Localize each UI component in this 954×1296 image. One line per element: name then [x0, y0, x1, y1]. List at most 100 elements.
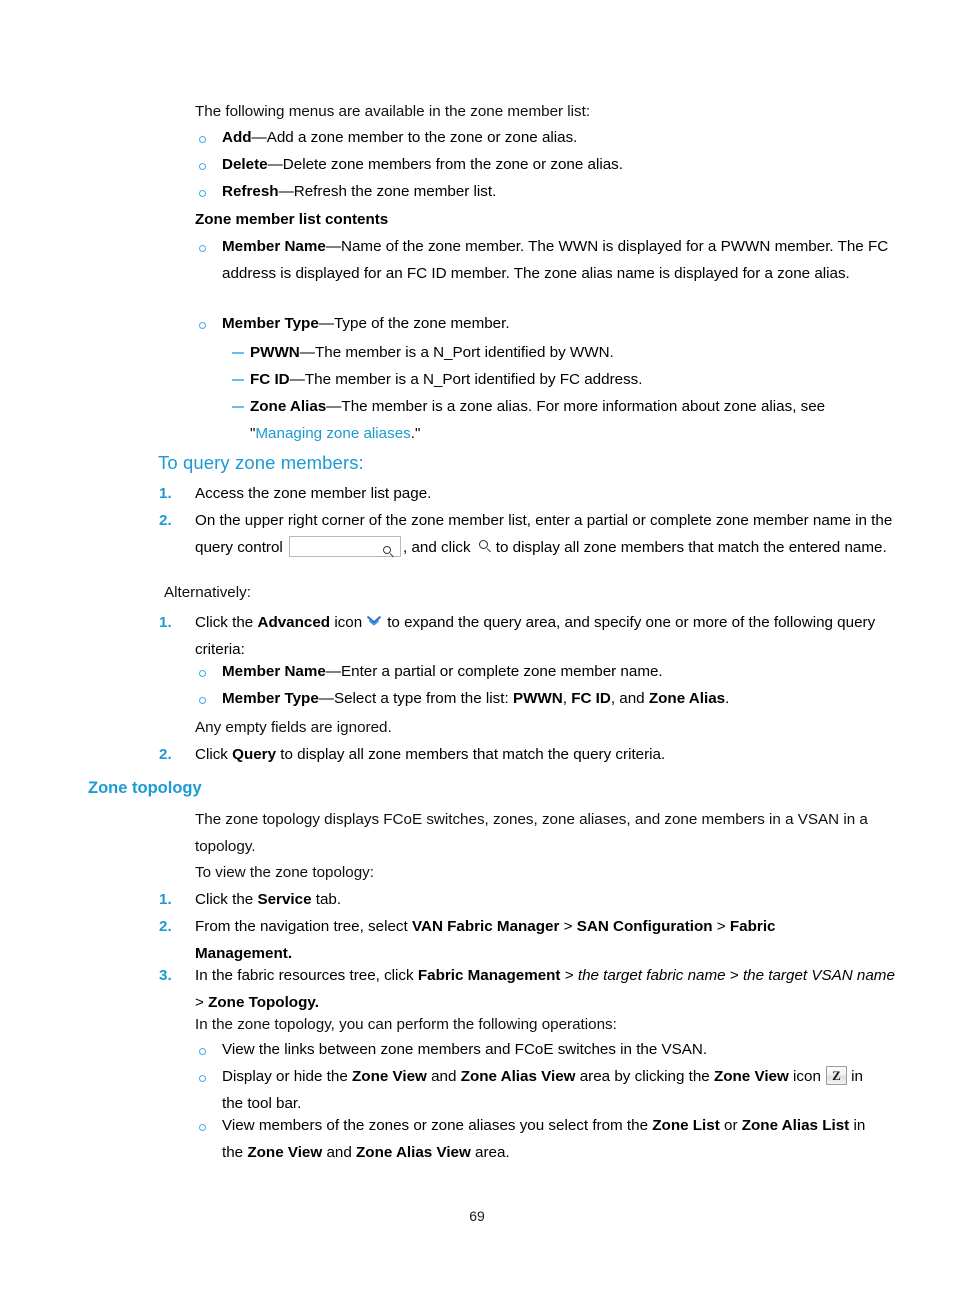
list-item-content: Access the zone member list page. — [195, 481, 879, 508]
service-tab-label: Service — [257, 891, 312, 908]
zone-topology-lead: To view the zone topology: — [195, 864, 374, 881]
list-item-content: Zone Alias—The member is a zone alias. F… — [250, 394, 865, 447]
dash-bullet-icon — [232, 406, 244, 408]
intro-text: The following menus are available in the… — [195, 103, 591, 120]
list-item-content: PWWN—The member is a N_Port identified b… — [250, 340, 890, 367]
list-marker: 3. — [159, 967, 172, 984]
em-dash: — — [326, 398, 342, 415]
term-label: Zone Alias — [250, 398, 327, 415]
quote-close: ." — [410, 424, 421, 442]
term-label: FC ID — [250, 371, 290, 388]
operation-text-before: View members of the zones or zone aliase… — [222, 1117, 649, 1134]
dash-bullet-icon — [232, 379, 244, 381]
list-item-content: Member Name—Enter a partial or complete … — [222, 659, 882, 686]
em-dash: — — [299, 344, 315, 361]
operation-text-mid: area by clicking the — [579, 1068, 710, 1085]
tree-zone-topology: Zone Topology — [208, 993, 315, 1011]
search-icon[interactable] — [478, 539, 493, 554]
step-text-part-2: , and click — [403, 538, 471, 556]
zone-view-icon[interactable]: Z — [825, 1066, 847, 1085]
double-chevron-down-icon[interactable] — [366, 614, 382, 629]
operations-lead: In the zone topology, you can perform th… — [195, 1016, 617, 1033]
list-marker: 2. — [159, 512, 172, 529]
term-label: Delete — [222, 156, 268, 173]
zone-alias-view-label: Zone Alias View — [460, 1068, 576, 1085]
list-item-content: Add—Add a zone member to the zone or zon… — [222, 125, 902, 152]
nav-van-fabric-manager: VAN Fabric Manager — [411, 918, 560, 935]
term-description: Refresh the zone member list. — [293, 183, 497, 200]
list-marker: 1. — [159, 891, 172, 908]
zone-view-label: Zone View — [247, 1143, 323, 1161]
term-label: Member Name — [222, 238, 326, 255]
separator-2: , and — [610, 690, 645, 707]
nav-separator: > — [716, 918, 726, 935]
tree-target-fabric-name: the target fabric name — [577, 967, 726, 984]
operation-text: View the links between zone members and … — [222, 1041, 708, 1058]
zone-alias-list-label: Zone Alias List — [741, 1117, 850, 1134]
term-description: The member is a N_Port identified by WWN… — [314, 344, 614, 361]
list-item-content: Member Type—Type of the zone member. — [222, 311, 890, 338]
term-description: The member is a zone alias. For more inf… — [341, 398, 826, 415]
query-input[interactable] — [289, 535, 402, 557]
term-label: Member Name — [222, 663, 326, 680]
list-marker: 1. — [159, 614, 172, 631]
bullet-circle-icon — [199, 245, 206, 252]
term-label: Member Type — [222, 315, 319, 332]
separator-1: , — [562, 690, 567, 707]
conjunction: or — [724, 1117, 738, 1134]
bullet-circle-icon — [199, 322, 206, 329]
subsection-heading: Zone member list contents — [195, 211, 389, 228]
term-label: Add — [222, 129, 252, 146]
search-icon[interactable] — [383, 540, 396, 567]
intro-paragraph: The following menus are available in the… — [195, 99, 885, 126]
list-marker: 2. — [159, 918, 172, 935]
step-text-after: to display all zone members that match t… — [280, 746, 666, 763]
list-item-content: Refresh—Refresh the zone member list. — [222, 179, 902, 206]
em-dash: — — [325, 238, 342, 255]
list-item-content: Display or hide the Zone View and Zone A… — [222, 1064, 879, 1117]
section-heading-zone-topology: Zone topology — [88, 779, 202, 797]
bullet-circle-icon — [199, 190, 206, 197]
term-label: PWWN — [250, 344, 300, 361]
em-dash: — — [278, 183, 294, 200]
list-item-content: Click Query to display all zone members … — [195, 742, 895, 769]
advanced-label: Advanced — [257, 614, 331, 631]
step-text-before: In the fabric resources tree, click — [195, 967, 414, 984]
page-heading-query: To query zone members: — [158, 452, 364, 473]
trailing-period: . — [314, 993, 319, 1011]
nav-san-configuration: SAN Configuration — [576, 918, 713, 935]
list-item-content: From the navigation tree, select VAN Fab… — [195, 914, 820, 967]
document-page: The following menus are available in the… — [0, 0, 954, 1296]
bullet-circle-icon — [199, 1124, 206, 1131]
list-item-content: On the upper right corner of the zone me… — [195, 508, 905, 561]
nav-separator: > — [729, 967, 739, 984]
bullet-circle-icon — [199, 670, 206, 677]
bullet-circle-icon — [199, 163, 206, 170]
trailing-period: . — [287, 944, 293, 962]
option-pwwn: PWWN — [512, 690, 563, 707]
bullet-circle-icon — [199, 1048, 206, 1055]
bullet-circle-icon — [199, 1075, 206, 1082]
bullet-circle-icon — [199, 136, 206, 143]
em-dash: — — [267, 156, 283, 173]
zone-alias-view-label: Zone Alias View — [356, 1143, 471, 1161]
operation-text-after: area. — [475, 1143, 510, 1161]
em-dash: — — [318, 315, 334, 332]
term-description: The member is a N_Port identified by FC … — [304, 371, 643, 388]
zone-topology-intro: The zone topology displays FCoE switches… — [195, 811, 868, 855]
em-dash: — — [289, 371, 305, 388]
term-label: Member Type — [222, 690, 319, 707]
term-description: Enter a partial or complete zone member … — [341, 663, 663, 680]
term-description: Type of the zone member. — [333, 315, 510, 332]
zone-view-icon-glyph: Z — [832, 1068, 841, 1083]
step-text-part-3: to display all zone members that match t… — [495, 538, 887, 556]
managing-zone-aliases-link[interactable]: Managing zone aliases — [255, 425, 410, 442]
tree-fabric-management: Fabric Management — [417, 967, 561, 984]
list-item-content: FC ID—The member is a N_Port identified … — [250, 367, 890, 394]
conjunction: and — [326, 1143, 352, 1161]
nav-separator: > — [564, 967, 574, 984]
term-label: Refresh — [222, 183, 279, 200]
empty-fields-note: Any empty fields are ignored. — [195, 719, 392, 736]
list-marker: 1. — [159, 485, 172, 502]
option-fcid: FC ID — [571, 690, 611, 707]
